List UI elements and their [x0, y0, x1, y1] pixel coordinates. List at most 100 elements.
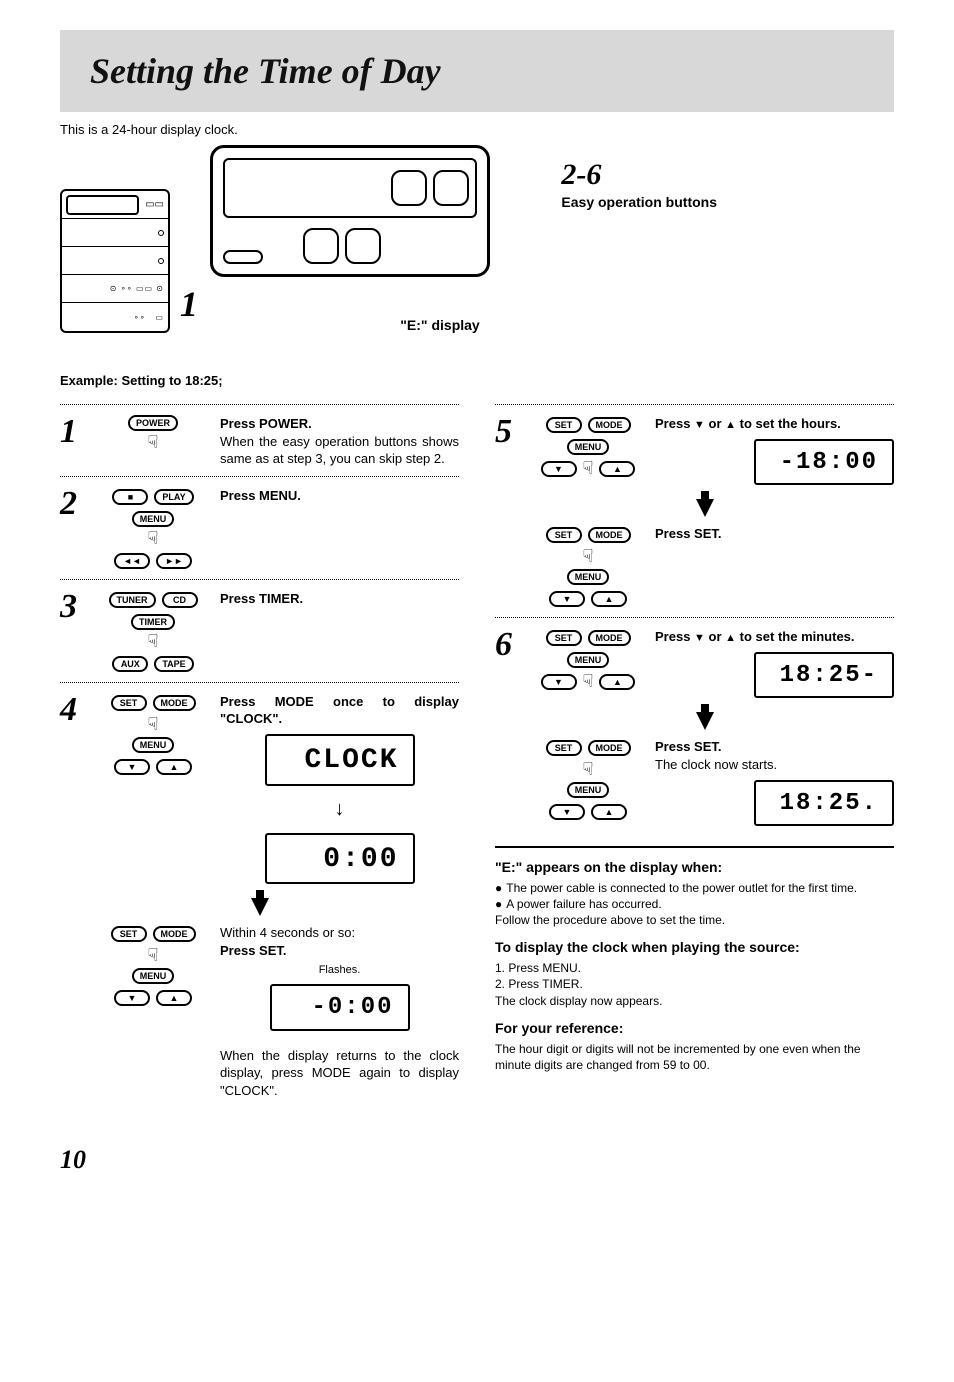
step-5-set-head: Press SET.	[655, 525, 894, 543]
menu-button-icon: MENU	[567, 652, 610, 668]
txt: or	[705, 416, 725, 431]
up-button-icon: ▲	[156, 759, 192, 775]
arrow-down-icon: ↓	[220, 796, 459, 823]
within-label: Within 4 seconds or so:	[220, 925, 355, 940]
mode-button-icon: MODE	[153, 926, 196, 942]
example-value: Setting to 18:25;	[121, 373, 222, 388]
step-4b: SET MODE ☟ MENU ▼ ▲ Within 4 seconds or …	[60, 924, 459, 1099]
arrow-down-icon	[696, 712, 714, 730]
step-5-icons: SET MODE MENU ▼ ☟ ▲	[533, 415, 643, 479]
step-2: 2 ■ PLAY MENU ☟ ◄◄ ►► Press MENU.	[60, 487, 459, 571]
step-3-icons: TUNER CD TIMER ☟ AUX TAPE	[98, 590, 208, 674]
menu-button-icon: MENU	[132, 737, 175, 753]
step-number: 1	[60, 415, 86, 449]
cd-button-icon: CD	[162, 592, 198, 608]
step-5-head: Press ▼ or ▲ to set the hours.	[655, 415, 894, 433]
down-button-icon: ▼	[541, 461, 577, 477]
press-set-label: Press SET.	[220, 942, 459, 960]
txt: to set the minutes.	[736, 629, 854, 644]
step-6-head: Press ▼ or ▲ to set the minutes.	[655, 628, 894, 646]
down-button-icon: ▼	[114, 759, 150, 775]
mode-button-icon: MODE	[588, 527, 631, 543]
lcd-000: 0:00	[265, 833, 415, 885]
reference-note: For your reference: The hour digit or di…	[495, 1019, 894, 1073]
arrow-down-icon	[696, 499, 714, 517]
finger-icon: ☟	[148, 433, 159, 451]
txt: to set the hours.	[736, 416, 841, 431]
display-clock-note: To display the clock when playing the so…	[495, 938, 894, 1008]
set-button-icon: SET	[111, 926, 147, 942]
step-4b-icons: SET MODE ☟ MENU ▼ ▲	[98, 924, 208, 1008]
example-label: Example:	[60, 373, 118, 388]
step-1-body: When the easy operation buttons shows sa…	[220, 434, 459, 467]
step-1-head: Press POWER.	[220, 415, 459, 433]
step-6-set-body: The clock now starts.	[655, 757, 777, 772]
mode-button-icon: MODE	[153, 695, 196, 711]
ff-button-icon: ►►	[156, 553, 192, 569]
set-button-icon: SET	[546, 417, 582, 433]
step-number: 3	[60, 590, 86, 624]
step-6: 6 SET MODE MENU ▼ ☟ ▲ Press ▼ or ▲ to se…	[495, 628, 894, 704]
page-title: Setting the Time of Day	[90, 50, 874, 92]
step-3: 3 TUNER CD TIMER ☟ AUX TAPE Press TIMER.	[60, 590, 459, 674]
step-6-set-icons: SET MODE ☟ MENU ▼ ▲	[533, 738, 643, 822]
power-button-icon: POWER	[128, 415, 178, 431]
e-bullet-1: The power cable is connected to the powe…	[506, 880, 857, 896]
set-button-icon: SET	[546, 740, 582, 756]
txt: Press	[655, 416, 694, 431]
e-appears-head: "E:" appears on the display when:	[495, 858, 894, 877]
finger-icon: ☟	[148, 529, 159, 547]
triangle-down-icon: ▼	[694, 631, 705, 646]
down-button-icon: ▼	[541, 674, 577, 690]
up-button-icon: ▲	[599, 674, 635, 690]
up-button-icon: ▲	[156, 990, 192, 1006]
step-2-icons: ■ PLAY MENU ☟ ◄◄ ►►	[98, 487, 208, 571]
lcd-000-flash: -0:00	[270, 984, 410, 1030]
e-display-callout: "E:" display	[390, 317, 490, 333]
set-button-icon: SET	[546, 527, 582, 543]
page-number: 10	[60, 1145, 894, 1175]
lcd-clock: CLOCK	[265, 734, 415, 786]
diagram-range-marker: 2-6	[561, 158, 717, 192]
bullet-icon: ●	[495, 880, 502, 896]
finger-icon: ☟	[148, 632, 159, 650]
menu-button-icon: MENU	[567, 439, 610, 455]
e-bullet-2: A power failure has occurred.	[506, 896, 661, 912]
display-clock-step-1: 1. Press MENU.	[495, 960, 894, 976]
lcd-1825: 18:25.	[754, 780, 894, 826]
finger-icon: ☟	[583, 760, 594, 778]
menu-button-icon: MENU	[567, 782, 610, 798]
txt: or	[705, 629, 725, 644]
e-foot: Follow the procedure above to set the ti…	[495, 912, 894, 928]
step-6-icons: SET MODE MENU ▼ ☟ ▲	[533, 628, 643, 692]
finger-icon: ☟	[148, 715, 159, 733]
step-number: 2	[60, 487, 86, 521]
display-clock-step-2: 2. Press TIMER.	[495, 976, 894, 992]
e-appears-note: "E:" appears on the display when: ●The p…	[495, 858, 894, 928]
easy-operation-buttons-label: Easy operation buttons	[561, 194, 717, 210]
top-diagram-area: ▭▭ ⊙ ∘∘ ▭▭ ⊙ ∘∘ ▭ 1 2-6 Easy operation b…	[60, 145, 894, 333]
head-unit-illustration: 2-6 Easy operation buttons	[210, 145, 490, 277]
up-button-icon: ▲	[591, 804, 627, 820]
stop-button-icon: ■	[112, 489, 148, 505]
mode-button-icon: MODE	[588, 417, 631, 433]
play-button-icon: PLAY	[154, 489, 193, 505]
finger-icon: ☟	[583, 672, 594, 690]
down-button-icon: ▼	[549, 591, 585, 607]
diagram-step-1-marker: 1	[180, 283, 198, 325]
step-4-head: Press MODE once to display "CLOCK".	[220, 693, 459, 728]
stereo-stack-illustration: ▭▭ ⊙ ∘∘ ▭▭ ⊙ ∘∘ ▭	[60, 189, 170, 333]
display-clock-foot: The clock display now appears.	[495, 993, 894, 1009]
step-5-set: SET MODE ☟ MENU ▼ ▲ Press SET.	[495, 525, 894, 609]
triangle-down-icon: ▼	[694, 418, 705, 433]
instruction-columns: 1 POWER ☟ Press POWER. When the easy ope…	[60, 396, 894, 1105]
step-6-set: SET MODE ☟ MENU ▼ ▲ Press SET. The clock…	[495, 738, 894, 831]
bullet-icon: ●	[495, 896, 502, 912]
flashes-label: Flashes.	[220, 963, 459, 978]
reference-head: For your reference:	[495, 1019, 894, 1038]
step-5-set-icons: SET MODE ☟ MENU ▼ ▲	[533, 525, 643, 609]
tape-button-icon: TAPE	[154, 656, 193, 672]
step-number: 4	[60, 693, 86, 727]
triangle-up-icon: ▲	[725, 631, 736, 646]
lcd-1800: -18:00	[754, 439, 894, 485]
